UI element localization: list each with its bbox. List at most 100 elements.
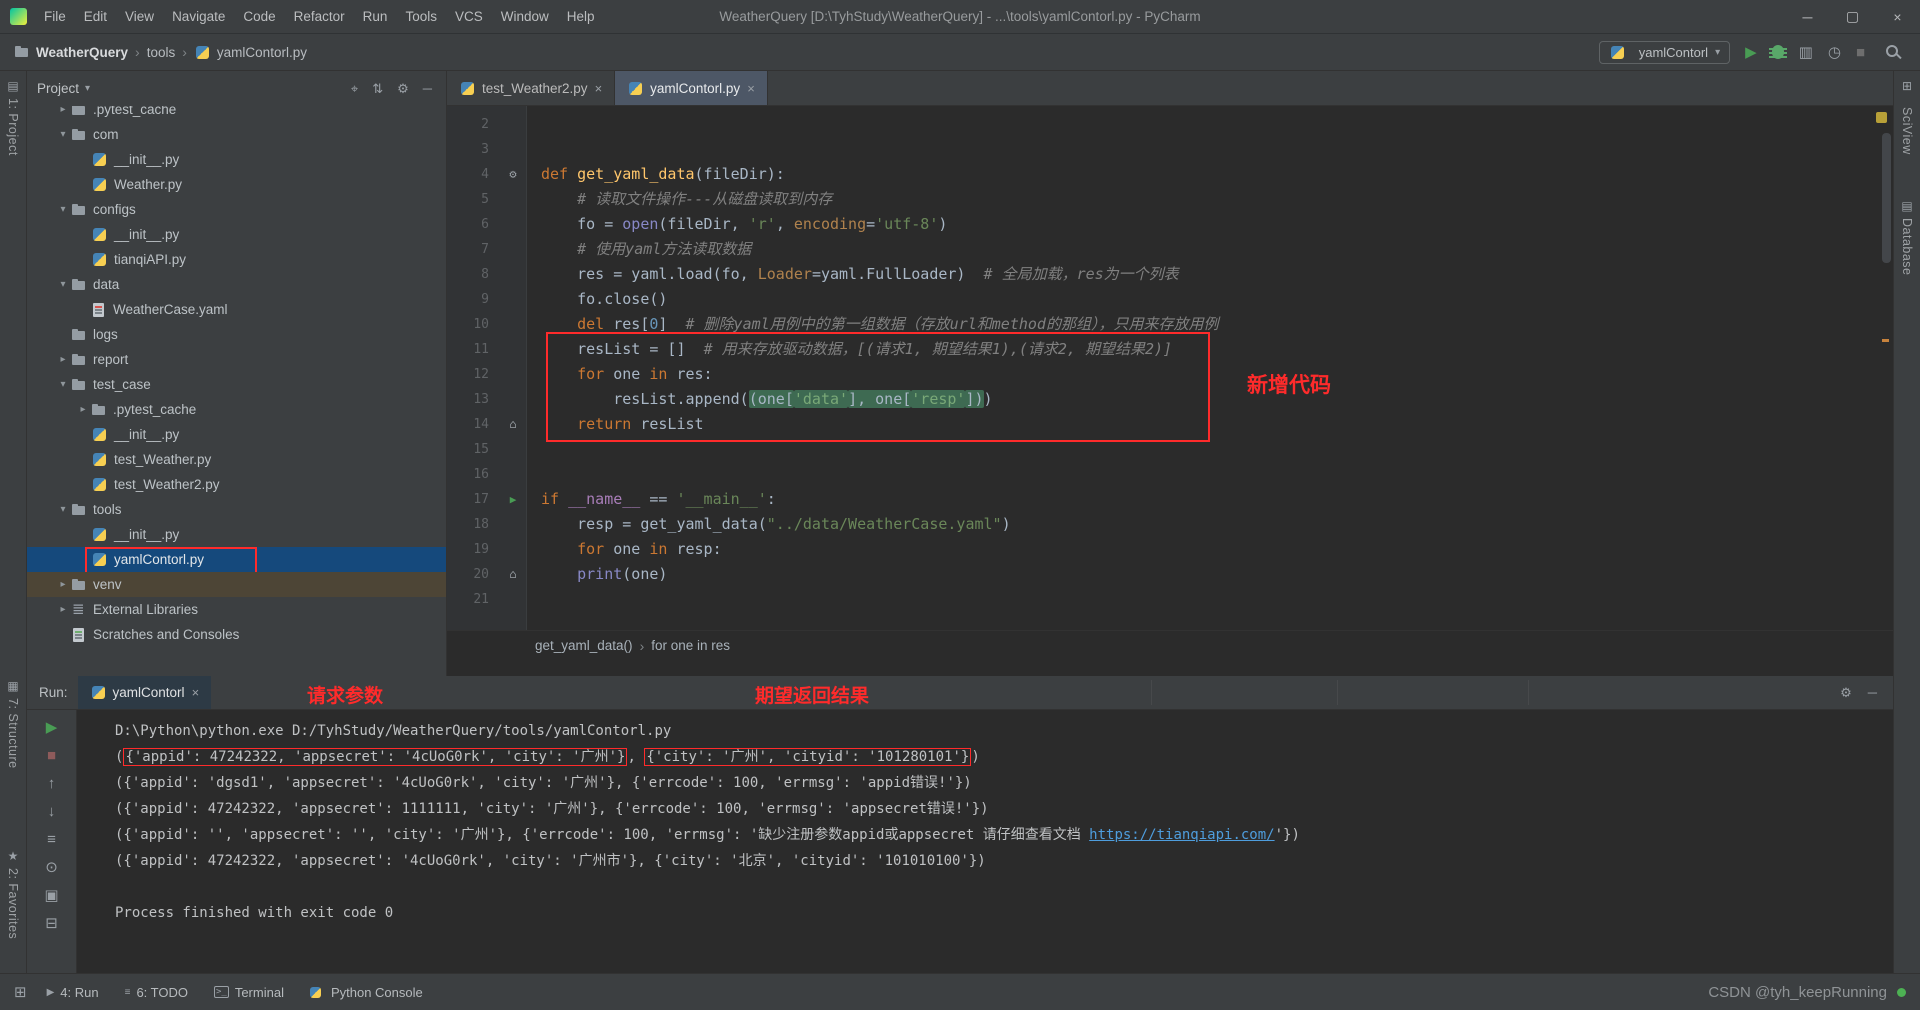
inspections-indicator-icon[interactable] [1876, 112, 1887, 123]
menu-window[interactable]: Window [492, 9, 558, 24]
tree-item-com[interactable]: ▾ com [27, 122, 446, 147]
tree-item-test-case[interactable]: ▾ test_case [27, 372, 446, 397]
tree-item-init-py[interactable]: __init__.py [27, 222, 446, 247]
hide-panel-icon[interactable]: ─ [1868, 686, 1877, 699]
chevron-closed-icon[interactable]: ▸ [75, 404, 91, 415]
tree-item-report[interactable]: ▸ report [27, 347, 446, 372]
tree-item-weathercase-yaml[interactable]: WeatherCase.yaml [27, 297, 446, 322]
run-icon[interactable]: ▶ [1745, 45, 1757, 60]
tree-item-logs[interactable]: logs [27, 322, 446, 347]
menu-help[interactable]: Help [558, 9, 604, 24]
chevron-closed-icon[interactable]: ▸ [55, 579, 71, 590]
hide-panel-icon[interactable]: ─ [423, 82, 432, 95]
menu-navigate[interactable]: Navigate [163, 9, 234, 24]
scroll-down-icon[interactable]: ↓ [48, 804, 56, 819]
tree-item-yamlcontorl-py[interactable]: yamlContorl.py [27, 547, 446, 575]
statusbar-6-todo[interactable]: ≡ 6: TODO [125, 985, 188, 1000]
editor-breadcrumb-item[interactable]: for one in res [651, 638, 730, 653]
tab-test-weather2-py[interactable]: test_Weather2.py × [447, 71, 616, 105]
close-tab-icon[interactable]: × [192, 685, 200, 700]
tool-window-favorites-button[interactable]: ★ 2: Favorites [0, 849, 26, 939]
settings-icon[interactable]: ⚙ [1840, 686, 1852, 699]
chevron-open-icon[interactable]: ▾ [55, 204, 71, 215]
editor-breadcrumb-item[interactable]: get_yaml_data() [535, 638, 633, 653]
error-stripe-mark[interactable] [1882, 339, 1889, 342]
chevron-open-icon[interactable]: ▾ [55, 129, 71, 140]
grid-view-button[interactable]: ⊞ [1894, 79, 1920, 93]
menu-view[interactable]: View [116, 9, 163, 24]
tree-item-test-weather-py[interactable]: test_Weather.py [27, 447, 446, 472]
tool-window-structure-button[interactable]: ▦ 7: Structure [0, 679, 26, 769]
console-link[interactable]: https://tianqiapi.com/ [1089, 827, 1274, 843]
locate-file-icon[interactable]: ⌖ [351, 82, 358, 95]
tree-item-init-py[interactable]: __init__.py [27, 522, 446, 547]
debug-icon[interactable] [1768, 45, 1787, 59]
close-tab-icon[interactable]: × [747, 81, 755, 96]
run-gutter-icon[interactable]: ▶ [499, 487, 527, 512]
statusbar-4-run[interactable]: ▶ 4: Run [47, 985, 99, 1000]
tab-yamlcontorl-py[interactable]: yamlContorl.py × [615, 71, 768, 105]
breadcrumb-tools[interactable]: tools [147, 45, 176, 60]
editor-scrollbar[interactable] [1882, 133, 1891, 263]
stop-icon[interactable]: ■ [1856, 45, 1865, 60]
restore-layout-icon[interactable]: ≡ [47, 832, 56, 847]
run-configuration-select[interactable]: yamlContorl ▾ [1598, 40, 1731, 64]
scroll-up-icon[interactable]: ↑ [48, 776, 56, 791]
chevron-open-icon[interactable]: ▾ [55, 504, 71, 515]
menu-refactor[interactable]: Refactor [285, 9, 354, 24]
statusbar-terminal[interactable]: >_ Terminal [213, 985, 284, 1000]
tree-item-scratches-and-consoles[interactable]: Scratches and Consoles [27, 622, 446, 647]
menu-code[interactable]: Code [234, 9, 284, 24]
tree-item-init-py[interactable]: __init__.py [27, 422, 446, 447]
home-gutter-icon[interactable]: ⌂ [499, 412, 527, 437]
tool-window-sciview-button[interactable]: SciView [1894, 107, 1920, 155]
breadcrumb-yamlcontorl-py[interactable]: yamlContorl.py [194, 45, 307, 60]
breadcrumb-weatherquery[interactable]: WeatherQuery [14, 44, 128, 60]
chevron-open-icon[interactable]: ▾ [55, 279, 71, 290]
menu-run[interactable]: Run [354, 9, 397, 24]
tree-item-pytest-cache[interactable]: ▸ .pytest_cache [27, 106, 446, 122]
menu-vcs[interactable]: VCS [446, 9, 492, 24]
tree-item-init-py[interactable]: __init__.py [27, 147, 446, 172]
project-panel-title[interactable]: Project [37, 81, 79, 96]
tool-window-switcher-icon[interactable]: ⊞ [14, 983, 27, 1001]
clear-all-icon[interactable]: ⊟ [45, 916, 58, 931]
chevron-open-icon[interactable]: ▾ [55, 379, 71, 390]
print-icon[interactable]: ▣ [44, 888, 58, 903]
tree-item-venv[interactable]: ▸ venv [27, 572, 446, 597]
tree-item-configs[interactable]: ▾ configs [27, 197, 446, 222]
search-icon[interactable] [1886, 45, 1898, 57]
gear-gutter-icon[interactable]: ⚙ [499, 162, 527, 187]
tree-item-external-libraries[interactable]: ▸ External Libraries [27, 597, 446, 622]
tree-item-tianqiapi-py[interactable]: tianqiAPI.py [27, 247, 446, 272]
rerun-icon[interactable]: ▶ [46, 720, 58, 735]
minimize-button[interactable]: ─ [1785, 0, 1830, 33]
menu-tools[interactable]: Tools [396, 9, 446, 24]
run-tab[interactable]: yamlContorl × [77, 676, 212, 709]
close-tab-icon[interactable]: × [595, 81, 603, 96]
home-gutter-icon[interactable]: ⌂ [499, 562, 527, 587]
collapse-all-icon[interactable]: ⇅ [372, 82, 383, 95]
code-area[interactable]: 2 3 4 ⚙ def get_yaml_data(fileDir): 5 # 读取文件操… [447, 106, 1893, 630]
tool-window-database-button[interactable]: ▤ Database [1894, 199, 1920, 276]
pin-tab-icon[interactable]: ⊙ [45, 860, 58, 875]
tree-item-weather-py[interactable]: Weather.py [27, 172, 446, 197]
statusbar-python-console[interactable]: Python Console [309, 985, 423, 1000]
tree-item-test-weather2-py[interactable]: test_Weather2.py [27, 472, 446, 497]
chevron-closed-icon[interactable]: ▸ [55, 354, 71, 365]
profiler-icon[interactable]: ◷ [1828, 45, 1841, 60]
menu-file[interactable]: File [35, 9, 75, 24]
tree-item-data[interactable]: ▾ data [27, 272, 446, 297]
console-output[interactable]: D:\Python\python.exe D:/TyhStudy/Weather… [77, 710, 1893, 973]
tool-window-project-button[interactable]: ▤ 1: Project [0, 79, 26, 156]
tree-item-tools[interactable]: ▾ tools [27, 497, 446, 522]
menu-edit[interactable]: Edit [75, 9, 116, 24]
maximize-button[interactable]: ▢ [1830, 0, 1875, 33]
chevron-closed-icon[interactable]: ▸ [55, 106, 71, 115]
tree-item-pytest-cache[interactable]: ▸ .pytest_cache [27, 397, 446, 422]
chevron-closed-icon[interactable]: ▸ [55, 604, 71, 615]
settings-icon[interactable]: ⚙ [397, 82, 409, 95]
coverage-icon[interactable]: ▥ [1799, 45, 1813, 60]
close-button[interactable]: × [1875, 0, 1920, 33]
stop-icon[interactable]: ■ [47, 748, 56, 763]
